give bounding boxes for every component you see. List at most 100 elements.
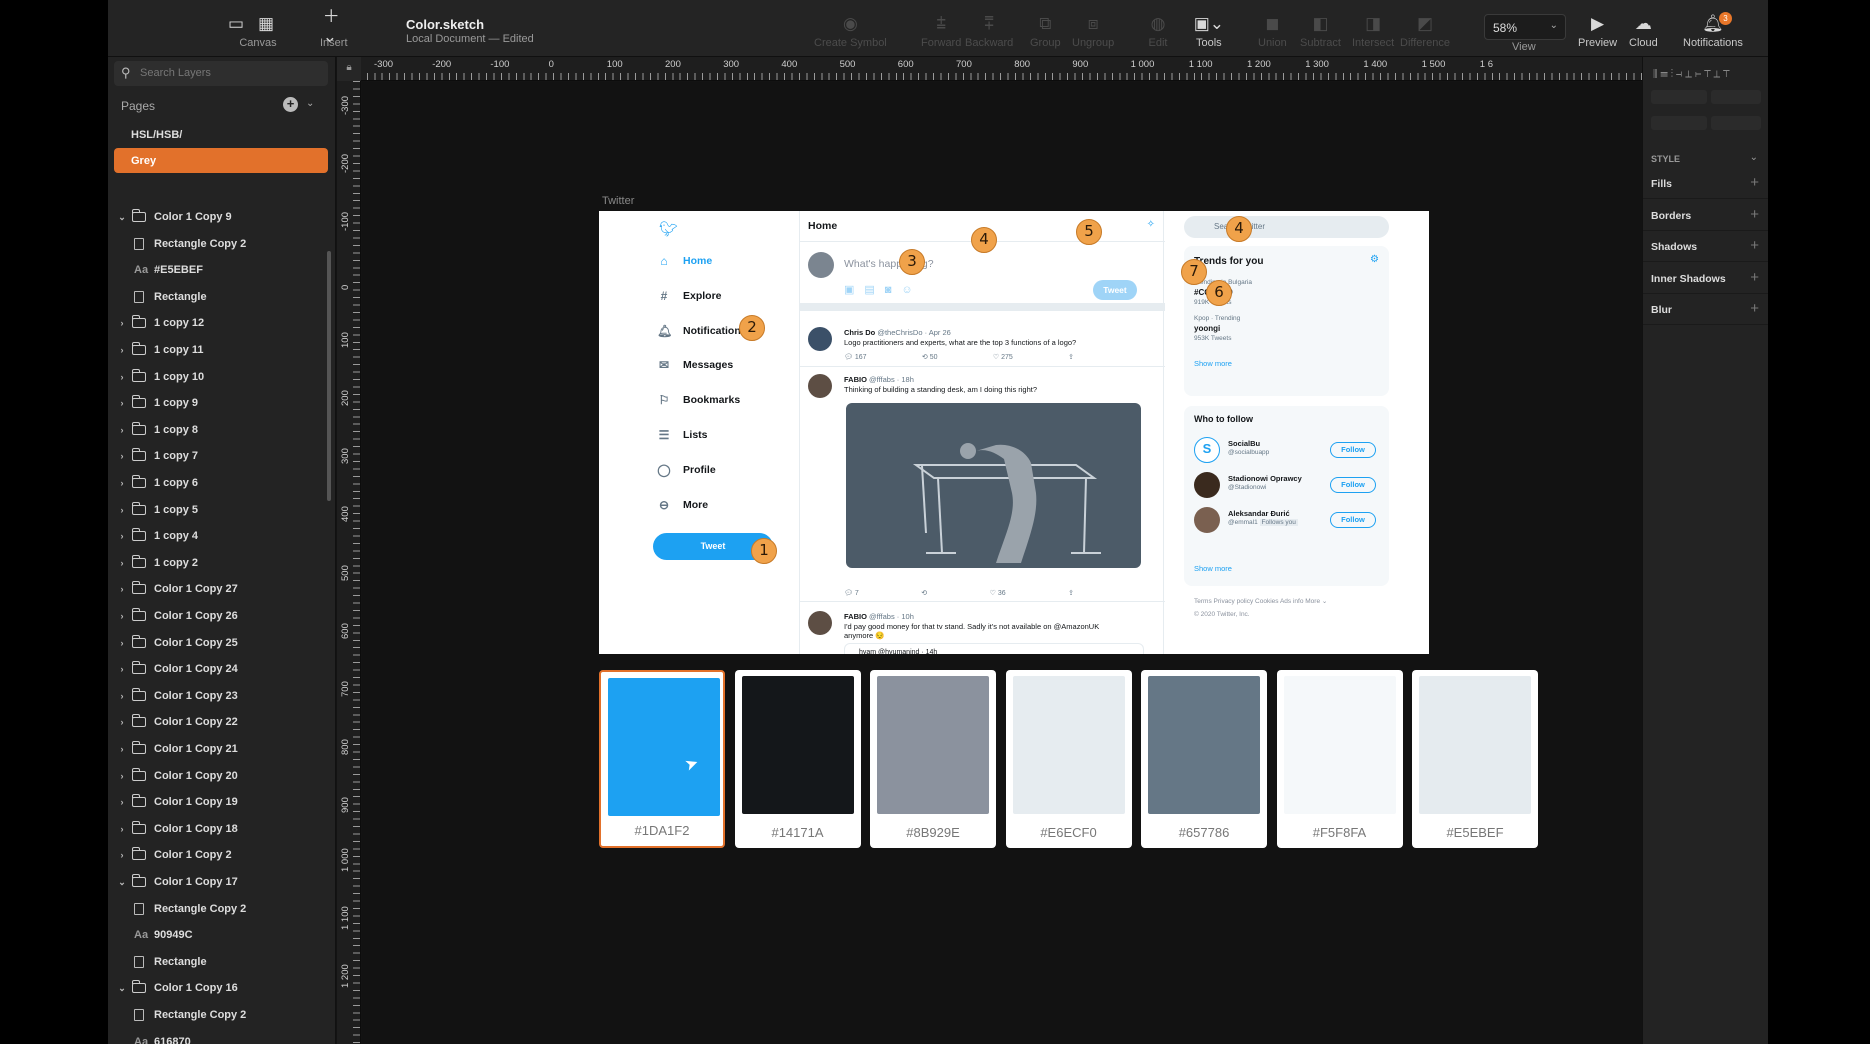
chevron-right-icon[interactable]: › — [116, 638, 128, 648]
quoted-tweet[interactable]: hyam @hyumanind · 14h — [844, 643, 1144, 654]
twitter-search-input[interactable]: Search Twitter — [1184, 216, 1389, 238]
chevron-right-icon[interactable]: › — [116, 717, 128, 727]
color-swatch[interactable]: #F5F8FA — [1276, 670, 1403, 848]
height-field[interactable] — [1711, 116, 1761, 130]
layer-row[interactable]: › 1 copy 8 — [116, 417, 198, 443]
align-distribute-icons[interactable]: ⫼ ☰ ⋮ ⊣ ⊥ ⊢ ⊤ ⊥ ⊤ — [1653, 69, 1730, 80]
chevron-right-icon[interactable]: › — [116, 611, 128, 621]
layer-row[interactable]: › Color 1 Copy 2 — [116, 842, 232, 868]
chevron-right-icon[interactable]: › — [116, 850, 128, 860]
composer-tweet-button[interactable]: Tweet — [1093, 280, 1137, 300]
chevron-right-icon[interactable]: › — [116, 797, 128, 807]
chevron-right-icon[interactable]: › — [116, 345, 128, 355]
nav-item-notifications[interactable]: 🔔︎ Notifications — [657, 324, 747, 338]
nav-item-profile[interactable]: ◯ Profile — [657, 463, 715, 477]
color-swatch[interactable]: #8B929E — [870, 670, 996, 848]
plus-icon[interactable]: + — [1750, 237, 1759, 254]
page-item-grey[interactable]: Grey — [114, 148, 328, 173]
like-count[interactable]: ♡ 275 — [993, 353, 1013, 361]
chevron-right-icon[interactable]: › — [116, 691, 128, 701]
nav-item-home[interactable]: ⌂ Home — [657, 254, 712, 268]
layer-row[interactable]: › Color 1 Copy 18 — [116, 816, 238, 842]
layer-row[interactable]: Rectangle Copy 2 — [134, 1002, 246, 1028]
layer-row[interactable]: › 1 copy 5 — [116, 497, 198, 523]
layer-row[interactable]: ⌄ Color 1 Copy 16 — [116, 975, 238, 1001]
nav-item-lists[interactable]: ☰ Lists — [657, 428, 708, 442]
insert-button[interactable]: ＋⌄ Insert — [320, 7, 348, 50]
inspector-row-shadows[interactable]: Shadows + — [1643, 230, 1768, 262]
backward-button[interactable]: ⩱ Backward — [965, 14, 1013, 49]
ungroup-button[interactable]: ⧈ Ungroup — [1072, 14, 1114, 49]
page-item-hsl[interactable]: HSL/HSB/ — [114, 122, 328, 147]
layer-row[interactable]: ⌄ Color 1 Copy 17 — [116, 869, 238, 895]
plus-icon[interactable]: + — [1750, 300, 1759, 317]
layer-row[interactable]: › 1 copy 11 — [116, 337, 204, 363]
create-symbol-button[interactable]: ◉ Create Symbol — [814, 14, 887, 49]
chevron-right-icon[interactable]: › — [116, 318, 128, 328]
reply-count[interactable]: 💬︎ 7 — [844, 589, 859, 597]
inspector-row-inner-shadows[interactable]: Inner Shadows + — [1643, 262, 1768, 294]
chevron-right-icon[interactable]: › — [116, 584, 128, 594]
layer-row[interactable]: › 1 copy 7 — [116, 443, 198, 469]
group-button[interactable]: ⧉ Group — [1030, 14, 1061, 49]
show-more-link[interactable]: Show more — [1194, 359, 1232, 368]
subtract-button[interactable]: ◧ Subtract — [1300, 14, 1341, 49]
inspector-row-blur[interactable]: Blur + — [1643, 293, 1768, 325]
retweet-count[interactable]: ⟲ 50 — [922, 353, 938, 361]
y-field[interactable] — [1711, 90, 1761, 104]
layer-row[interactable]: › 1 copy 4 — [116, 523, 198, 549]
layer-row[interactable]: › Color 1 Copy 19 — [116, 789, 238, 815]
preview-button[interactable]: ▶ Preview — [1578, 14, 1617, 49]
color-swatch[interactable]: #E5EBEF — [1412, 670, 1538, 848]
tools-button[interactable]: ▣⌄ Tools — [1194, 14, 1224, 49]
inspector-row-fills[interactable]: Fills + — [1643, 167, 1768, 199]
nav-item-explore[interactable]: # Explore — [657, 289, 722, 303]
chevron-down-icon[interactable]: ⌄ — [116, 212, 128, 223]
layer-row[interactable]: › Color 1 Copy 23 — [116, 683, 238, 709]
layer-row[interactable]: › 1 copy 10 — [116, 364, 204, 390]
layer-row[interactable]: › 1 copy 6 — [116, 470, 198, 496]
follow-button[interactable]: Follow — [1330, 442, 1376, 458]
layer-row[interactable]: › Color 1 Copy 27 — [116, 576, 238, 602]
color-swatch[interactable]: #14171A — [734, 670, 861, 848]
chevron-right-icon[interactable]: › — [116, 478, 128, 488]
chevron-down-icon[interactable]: ⌄ — [306, 98, 314, 109]
show-more-link[interactable]: Show more — [1194, 564, 1232, 573]
color-swatch[interactable]: #1DA1F2 — [599, 670, 725, 848]
layer-row[interactable]: › 1 copy 9 — [116, 390, 198, 416]
layer-row[interactable]: › Color 1 Copy 26 — [116, 603, 238, 629]
follow-button[interactable]: Follow — [1330, 477, 1376, 493]
zoom-select[interactable]: 58% ⌄ — [1484, 14, 1566, 40]
layer-row[interactable]: › 1 copy 2 — [116, 550, 198, 576]
forward-button[interactable]: ⩲ Forward — [921, 14, 961, 49]
chevron-right-icon[interactable]: › — [116, 505, 128, 515]
search-layers-input[interactable]: ⚲ Search Layers — [114, 61, 328, 86]
layer-row[interactable]: Aa 90949C — [134, 922, 193, 948]
trend-topic[interactable]: yoongi — [1194, 324, 1220, 333]
footer-links[interactable]: Terms Privacy policy Cookies Ads info Mo… — [1194, 595, 1394, 608]
layer-row[interactable]: Aa #E5EBEF — [134, 257, 203, 283]
layer-row[interactable]: › Color 1 Copy 24 — [116, 656, 238, 682]
chevron-right-icon[interactable]: › — [116, 372, 128, 382]
chevron-right-icon[interactable]: › — [116, 824, 128, 834]
gear-icon[interactable]: ⚙ — [1370, 254, 1379, 265]
plus-icon[interactable]: + — [1750, 206, 1759, 223]
chevron-right-icon[interactable]: › — [116, 664, 128, 674]
layer-row[interactable]: Aa 616870 — [134, 1029, 191, 1044]
add-page-icon[interactable]: + — [283, 97, 298, 112]
color-swatch[interactable]: #657786 — [1141, 670, 1267, 848]
chevron-right-icon[interactable]: › — [116, 744, 128, 754]
chevron-right-icon[interactable]: › — [116, 771, 128, 781]
nav-item-bookmarks[interactable]: ⚐ Bookmarks — [657, 393, 741, 407]
chevron-right-icon[interactable]: › — [116, 558, 128, 568]
color-swatch[interactable]: #E6ECF0 — [1005, 670, 1132, 848]
plus-icon[interactable]: + — [1750, 174, 1759, 191]
twitter-artboard[interactable]: 🐦︎ ⌂ Home # Explore 🔔︎ Notifications ✉ Messages… — [599, 211, 1429, 654]
chevron-right-icon[interactable]: › — [116, 425, 128, 435]
chevron-right-icon[interactable]: › — [116, 398, 128, 408]
artboard-label[interactable]: Twitter — [602, 195, 634, 207]
union-button[interactable]: ◼ Union — [1258, 14, 1287, 49]
tweet-image[interactable] — [846, 403, 1141, 568]
chevron-down-icon[interactable]: ⌄ — [116, 983, 128, 994]
inspector-row-borders[interactable]: Borders + — [1643, 199, 1768, 231]
